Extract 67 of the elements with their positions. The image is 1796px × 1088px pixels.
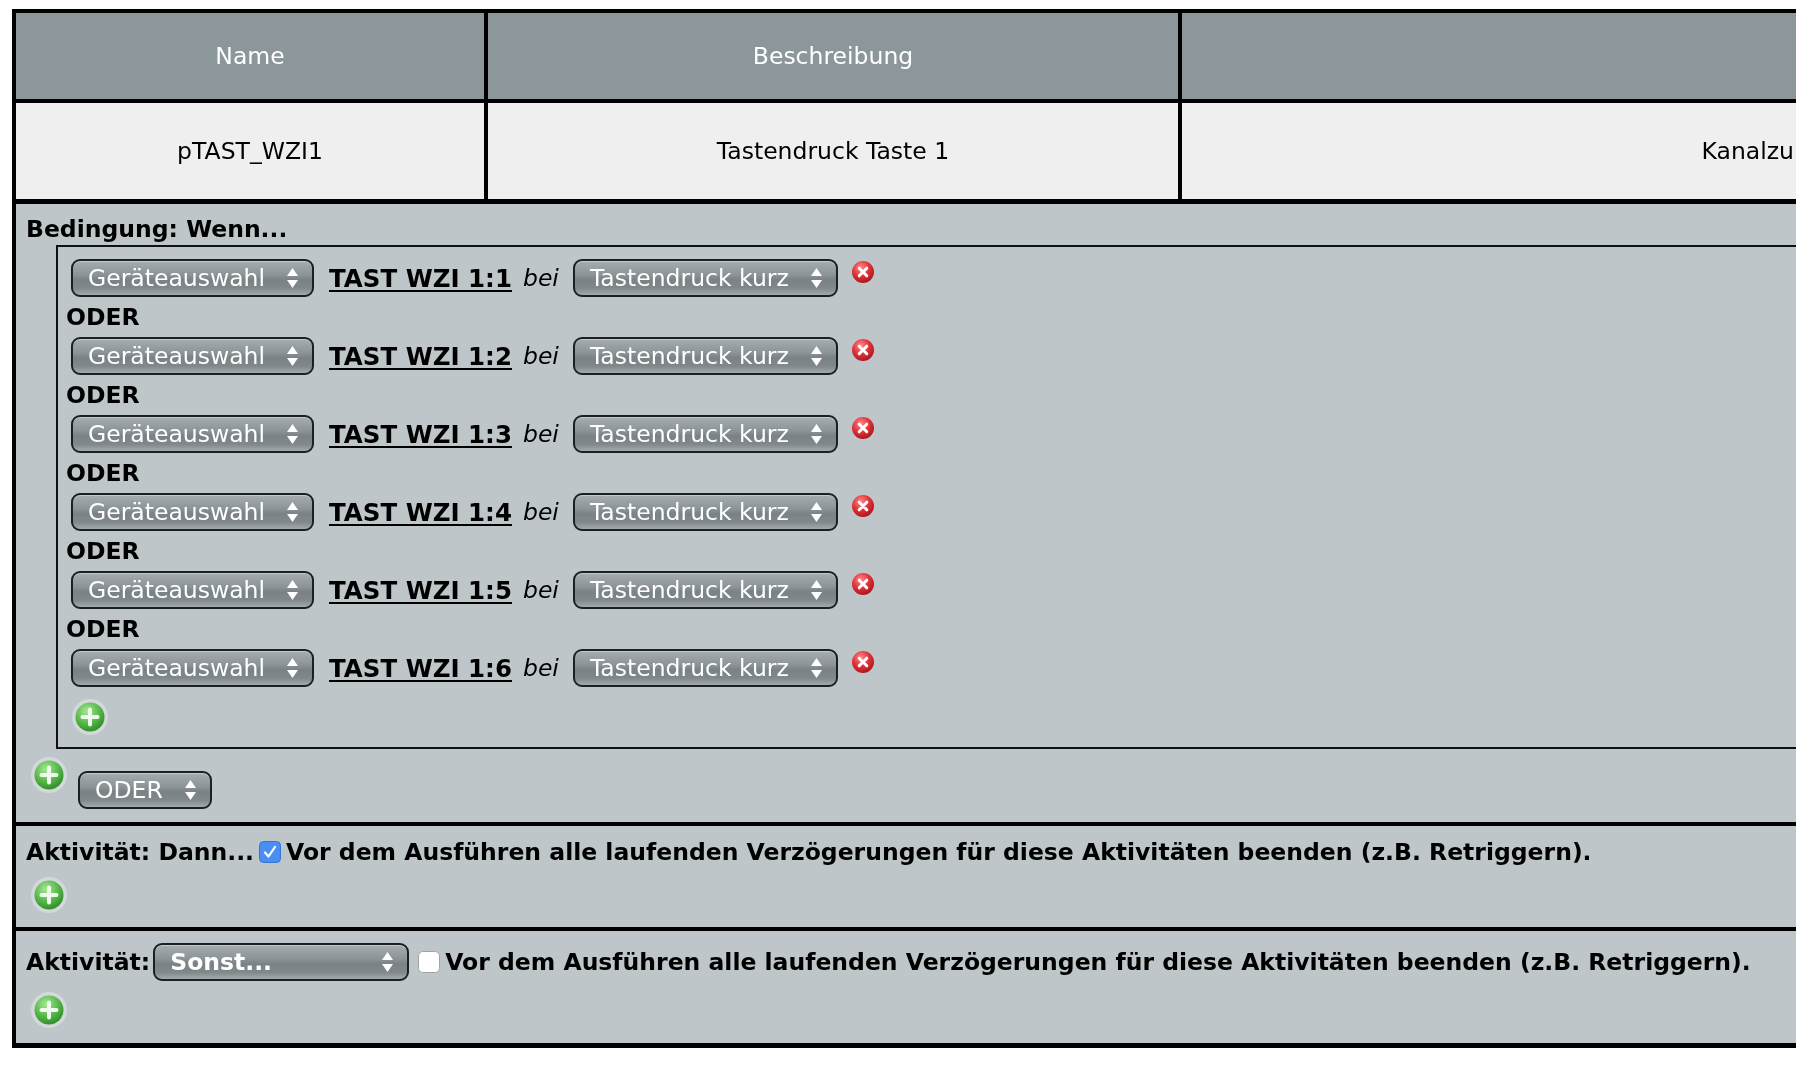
trigger-select[interactable]: Tastendruck kurz — [572, 649, 838, 687]
option-label: Vor dem Ausführen alle laufenden Verzögerungen für diese Aktivitäten beenden (z.B. Retriggern). — [286, 838, 1592, 866]
connector-label: bei — [522, 654, 559, 682]
plus-circle-icon[interactable] — [31, 757, 67, 793]
table-cell: Tastendruck Taste 1 — [488, 103, 1178, 199]
column-header: Beschreibung — [488, 13, 1178, 99]
updown-arrows-icon — [382, 952, 394, 972]
trigger-select[interactable]: Tastendruck kurz — [572, 493, 838, 531]
device-link[interactable]: TAST WZI 1:4 — [329, 497, 512, 527]
connector-label: bei — [522, 498, 559, 526]
plus-circle-icon[interactable] — [72, 699, 108, 735]
device-link[interactable]: TAST WZI 1:1 — [329, 263, 512, 293]
checkbox[interactable] — [418, 951, 441, 973]
checkbox[interactable] — [259, 841, 281, 863]
plus-circle-icon[interactable] — [31, 877, 67, 913]
trigger-select[interactable]: Tastendruck kurz — [572, 337, 838, 375]
connector-label: bei — [522, 420, 559, 448]
updown-arrows-icon — [810, 346, 822, 366]
updown-arrows-icon — [810, 268, 822, 288]
activity-select[interactable]: Sonst... — [153, 943, 410, 981]
option-label: Vor dem Ausführen alle laufenden Verzögerungen für diese Aktivitäten beenden (z.B. Retriggern). — [445, 948, 1751, 976]
device-link[interactable]: TAST WZI 1:3 — [329, 419, 512, 449]
updown-arrows-icon — [810, 502, 822, 522]
device-select[interactable]: Geräteauswahl — [71, 493, 314, 531]
device-select[interactable]: Geräteauswahl — [71, 649, 314, 687]
updown-arrows-icon — [287, 580, 298, 600]
x-circle-icon[interactable] — [851, 417, 874, 439]
updown-arrows-icon — [810, 424, 822, 444]
plus-circle-icon[interactable] — [31, 992, 67, 1028]
operator-label: ODER — [66, 537, 140, 565]
section-title: Aktivität: Dann... — [26, 838, 254, 866]
connector-label: bei — [522, 342, 559, 370]
trigger-select[interactable]: Tastendruck kurz — [572, 259, 838, 297]
x-circle-icon[interactable] — [851, 339, 874, 361]
x-circle-icon[interactable] — [851, 651, 874, 673]
operator-label: ODER — [66, 381, 140, 409]
operator-label: ODER — [66, 459, 140, 487]
x-circle-icon[interactable] — [851, 261, 874, 283]
updown-arrows-icon — [287, 658, 298, 678]
device-select[interactable]: Geräteauswahl — [71, 259, 314, 297]
section-title: Aktivität: — [26, 948, 151, 976]
trigger-select[interactable]: Tastendruck kurz — [572, 571, 838, 609]
updown-arrows-icon — [287, 502, 298, 522]
device-select[interactable]: Geräteauswahl — [71, 415, 314, 453]
connector-label: bei — [522, 264, 559, 292]
connector-label: bei — [522, 576, 559, 604]
operator-select[interactable]: ODER — [78, 771, 212, 809]
device-select[interactable]: Geräteauswahl — [71, 571, 314, 609]
updown-arrows-icon — [810, 580, 822, 600]
x-circle-icon[interactable] — [851, 573, 874, 595]
trigger-select[interactable]: Tastendruck kurz — [572, 415, 838, 453]
device-link[interactable]: TAST WZI 1:5 — [329, 575, 512, 605]
table-cell: pTAST_WZI1 — [16, 103, 484, 199]
updown-arrows-icon — [184, 780, 196, 800]
table-cell: Kanalzu — [1182, 103, 1796, 199]
updown-arrows-icon — [810, 658, 822, 678]
x-circle-icon[interactable] — [851, 495, 874, 517]
operator-label: ODER — [66, 303, 140, 331]
updown-arrows-icon — [287, 268, 298, 288]
updown-arrows-icon — [287, 424, 298, 444]
section-title: Bedingung: Wenn... — [26, 215, 288, 243]
column-header: Name — [16, 13, 484, 99]
device-select[interactable]: Geräteauswahl — [71, 337, 314, 375]
operator-label: ODER — [66, 615, 140, 643]
device-link[interactable]: TAST WZI 1:6 — [329, 653, 512, 683]
updown-arrows-icon — [287, 346, 298, 366]
device-link[interactable]: TAST WZI 1:2 — [329, 341, 512, 371]
